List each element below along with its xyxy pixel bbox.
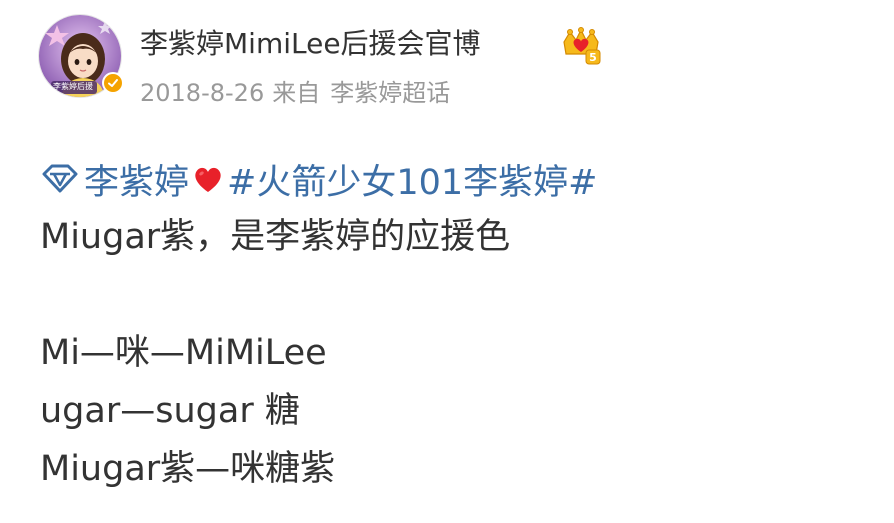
avatar[interactable]: 李紫婷后援 [38,14,124,98]
post-date[interactable]: 2018-8-26 [140,79,264,107]
avatar-badge-text: 李紫婷后援 [53,82,93,91]
post-text-line: Miugar紫—咪糖紫 [40,449,336,489]
username[interactable]: 李紫婷MimiLee后援会官博 [140,24,481,64]
via-text: 来自 [272,79,321,107]
post-meta: 2018-8-26 来自 李紫婷超话 [140,76,450,110]
super-topic-link[interactable]: 李紫婷 [84,154,189,205]
post-text-line [40,266,880,324]
crown-level-number: 5 [589,51,597,64]
crown-level-icon[interactable]: 5 [560,26,602,66]
diamond-icon [40,163,80,195]
post-text-line: Miugar紫，是李紫婷的应援色 [40,217,511,257]
post-text-line: Mi—咪—MiMiLee [40,333,327,373]
post-text-line: ugar—sugar 糖 [40,391,300,431]
topic-row: 李紫婷 #火箭少女101李紫婷# [40,150,880,208]
hashtag-link[interactable]: #火箭少女101李紫婷# [227,154,597,205]
verified-icon [102,72,124,94]
post-content: 李紫婷 #火箭少女101李紫婷# Miugar紫，是李紫婷的应援色 Mi—咪—M… [40,150,880,498]
heart-icon [191,163,225,195]
post-source-link[interactable]: 李紫婷超话 [330,79,450,107]
